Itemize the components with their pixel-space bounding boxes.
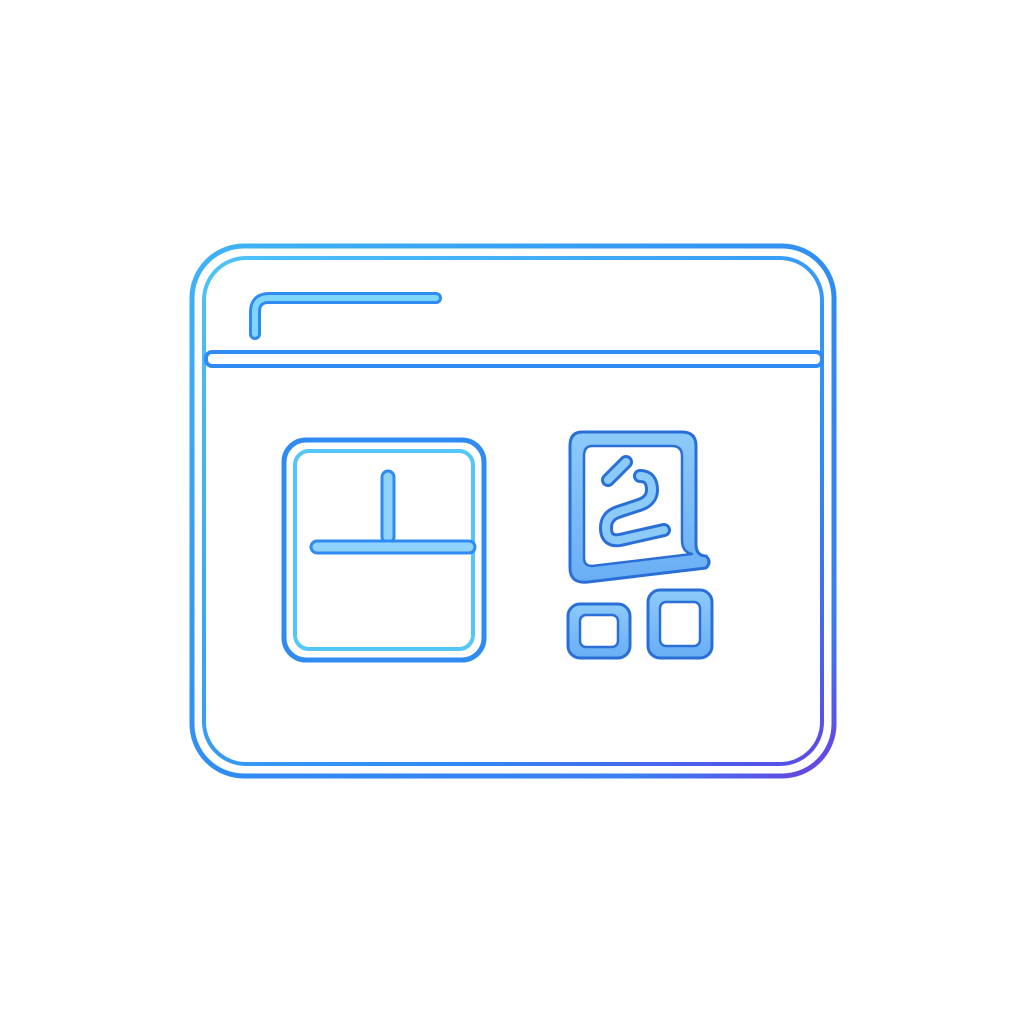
small-square-icon xyxy=(566,602,632,660)
layout-panel-icon xyxy=(281,437,487,663)
window-outer-frame xyxy=(189,243,837,779)
browser-window-icon xyxy=(189,243,837,779)
title-bar-divider xyxy=(204,350,824,368)
panel-horizontal-divider xyxy=(309,539,477,555)
title-bar-bracket-icon xyxy=(249,292,442,340)
small-square-icon xyxy=(646,588,714,660)
illustration-canvas xyxy=(0,0,1024,1024)
browser-window-illustration xyxy=(189,243,837,779)
panel-vertical-divider xyxy=(380,469,396,545)
abstract-glyph-icon xyxy=(568,430,711,584)
